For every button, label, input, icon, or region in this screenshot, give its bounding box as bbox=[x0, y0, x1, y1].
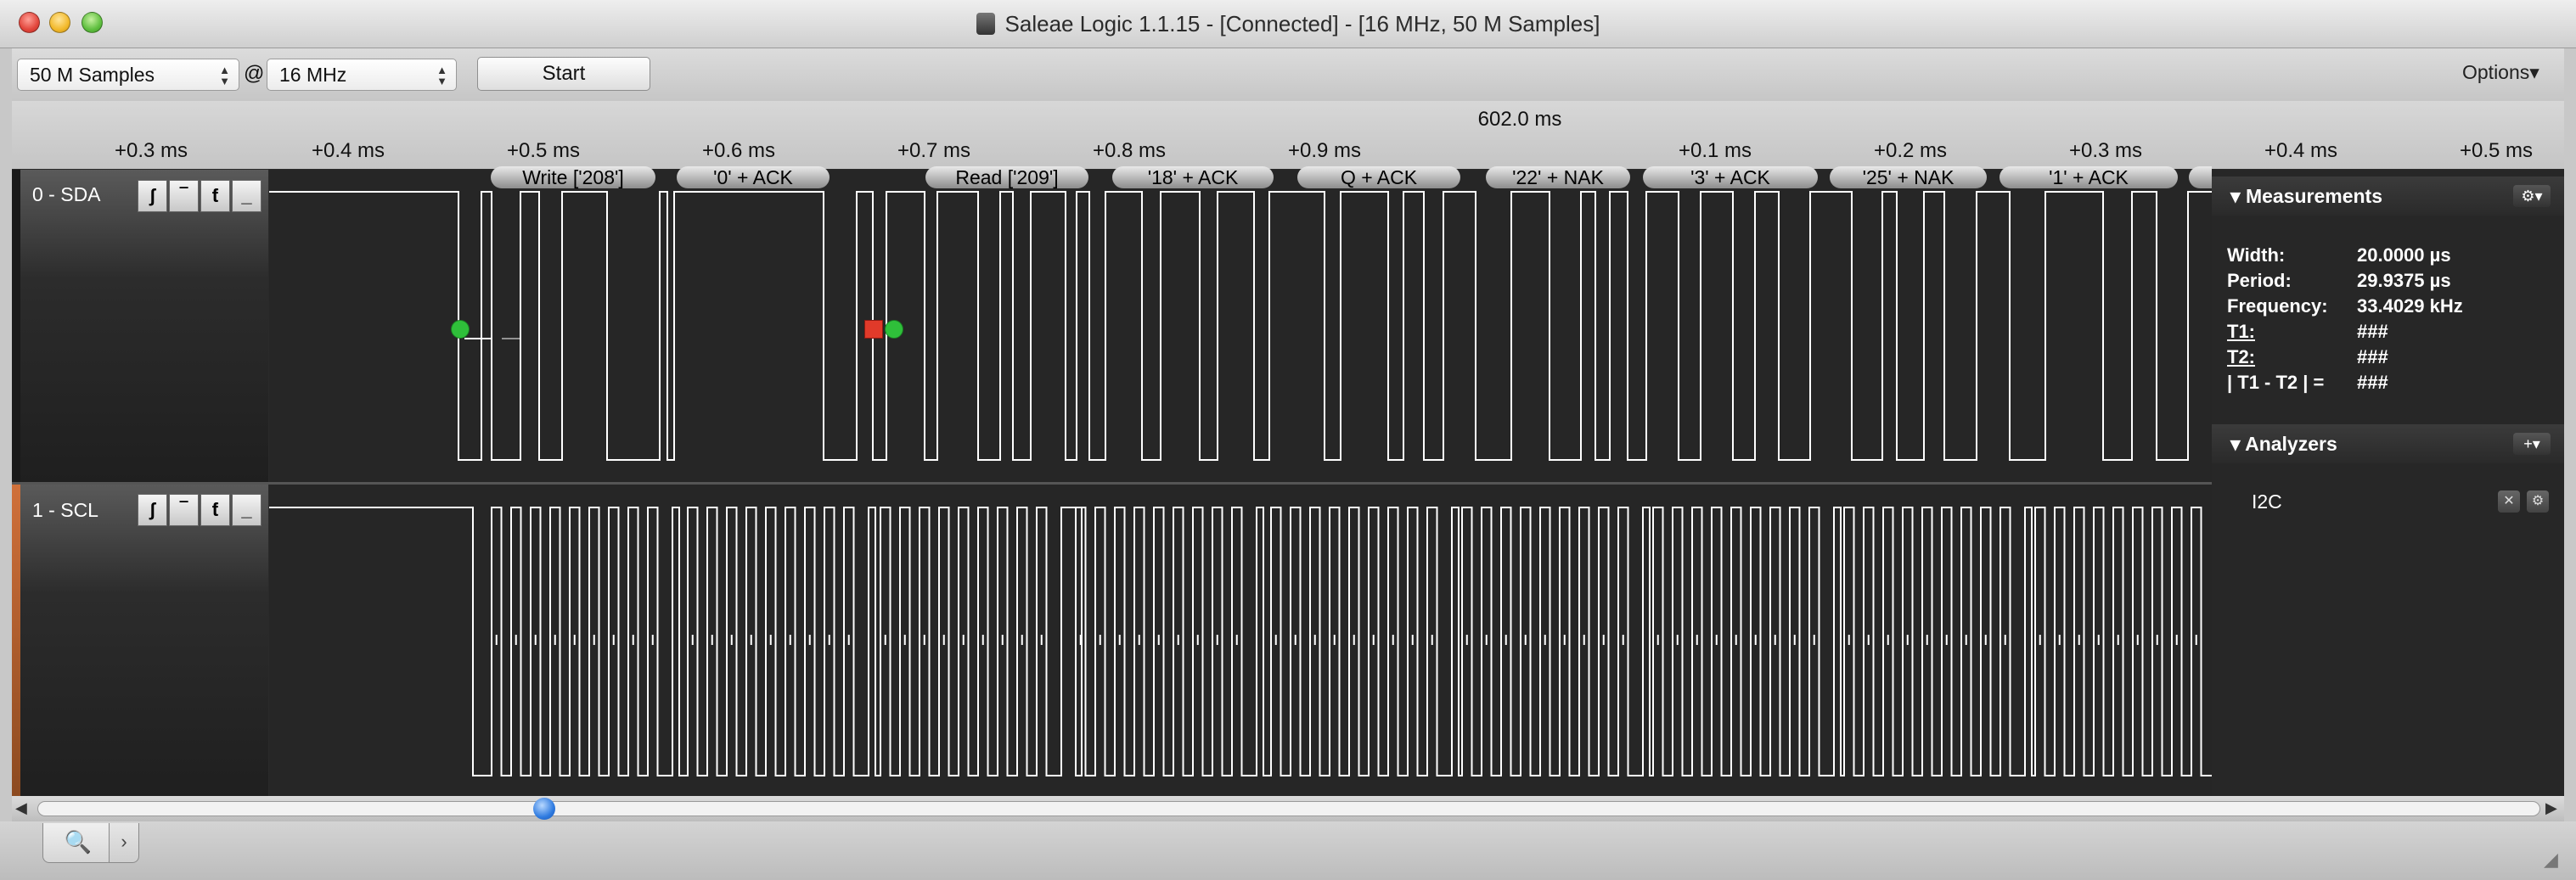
decoded-frame-bubble[interactable]: '0' + ACK bbox=[677, 166, 830, 188]
channel-divider bbox=[12, 482, 2212, 485]
ruler-tick-label: +0.4 ms bbox=[2264, 139, 2338, 162]
t2-label-link[interactable]: T2: bbox=[2227, 346, 2255, 368]
measurement-value: ### bbox=[2357, 346, 2388, 367]
measurement-value: 29.9375 µs bbox=[2357, 270, 2451, 291]
select-arrows-icon: ▲ ▼ bbox=[436, 64, 447, 87]
decoded-frame-bubble[interactable]: '25' + NAK bbox=[1830, 166, 1987, 188]
channel-0-header[interactable] bbox=[12, 170, 268, 482]
low-level-trigger-icon[interactable]: _ bbox=[232, 180, 262, 212]
window-title: Saleae Logic 1.1.15 - [Connected] - [16 … bbox=[1004, 10, 1600, 36]
channel-0-name: 0 - SDA bbox=[32, 183, 101, 205]
measurement-label: Width: bbox=[2227, 244, 2286, 266]
channel-1-name: 1 - SCL bbox=[32, 499, 98, 521]
resize-grip-icon[interactable]: ◢ bbox=[2544, 849, 2558, 871]
scl-waveform bbox=[269, 507, 2224, 776]
measurement-value: ### bbox=[2357, 372, 2388, 393]
options-menu-button[interactable]: Options▾ bbox=[2462, 61, 2539, 84]
rising-edge-trigger-icon[interactable]: ʃ bbox=[138, 180, 167, 212]
select-arrows-icon: ▲ ▼ bbox=[219, 64, 230, 87]
decoded-frame-bubble[interactable]: '22' + NAK bbox=[1486, 166, 1630, 188]
decoded-frame-bubble[interactable]: '18' + ACK bbox=[1112, 166, 1274, 188]
sample-count-value: 50 M Samples bbox=[30, 64, 155, 86]
measurement-value: 20.0000 µs bbox=[2357, 244, 2451, 266]
analyzer-settings-gear-icon[interactable]: ⚙ bbox=[2527, 490, 2549, 513]
remove-analyzer-icon[interactable]: ✕ bbox=[2498, 490, 2520, 513]
scroll-right-arrow-icon[interactable]: ▶ bbox=[2545, 799, 2557, 817]
measurement-label: Frequency: bbox=[2227, 295, 2328, 317]
ruler-tick-label: +0.5 ms bbox=[506, 139, 581, 162]
decoded-frame-bubble[interactable]: Write ['208'] bbox=[491, 166, 655, 188]
measurement-label: Period: bbox=[2227, 270, 2292, 291]
high-level-trigger-icon[interactable]: ‾ bbox=[169, 494, 199, 526]
low-level-trigger-icon[interactable]: _ bbox=[232, 494, 262, 526]
measurements-title: ▾ Measurements bbox=[2230, 185, 2383, 207]
falling-edge-trigger-icon[interactable]: ƭ bbox=[200, 180, 230, 212]
ruler-tick-label: +0.8 ms bbox=[1092, 139, 1167, 162]
measurements-gear-icon[interactable]: ⚙▾ bbox=[2513, 185, 2551, 207]
decoded-frame-bubble[interactable]: Q + ACK bbox=[1297, 166, 1460, 188]
ruler-tick-label: +0.1 ms bbox=[1678, 139, 1752, 162]
measurement-value: 33.4029 kHz bbox=[2357, 295, 2463, 317]
falling-edge-trigger-icon[interactable]: ƭ bbox=[200, 494, 230, 526]
decoded-frame-bubble[interactable]: Read ['209'] bbox=[925, 166, 1088, 188]
sample-rate-value: 16 MHz bbox=[279, 64, 347, 86]
measurement-marker-green-icon[interactable] bbox=[885, 320, 903, 339]
sample-rate-select[interactable]: 16 MHz ▲ ▼ bbox=[267, 59, 457, 91]
window-title-area: Saleae Logic 1.1.15 - [Connected] - [16 … bbox=[0, 0, 2576, 48]
channel-1-header[interactable] bbox=[12, 484, 268, 798]
scroll-left-arrow-icon[interactable]: ◀ bbox=[15, 799, 27, 817]
ruler-tick-label: +0.7 ms bbox=[897, 139, 971, 162]
decoded-frame-bubble-partial[interactable] bbox=[2189, 166, 2212, 188]
measurement-marker-green-icon[interactable] bbox=[451, 320, 470, 339]
ruler-tick-label: +0.3 ms bbox=[114, 139, 188, 162]
sda-waveform bbox=[269, 191, 2212, 461]
scroll-track[interactable] bbox=[37, 801, 2540, 816]
ruler-tick-label: +0.3 ms bbox=[2068, 139, 2143, 162]
at-label: @ bbox=[244, 62, 265, 85]
analyzers-title: ▾ Analyzers bbox=[2230, 433, 2337, 455]
channel-0-color-strip bbox=[12, 170, 20, 482]
measurement-label: | T1 - T2 | = bbox=[2227, 372, 2325, 393]
search-tab-icon[interactable]: 🔍 bbox=[42, 823, 114, 863]
ruler-tick-label: +0.2 ms bbox=[1873, 139, 1948, 162]
sample-count-select[interactable]: 50 M Samples ▲ ▼ bbox=[17, 59, 239, 91]
decoded-frame-bubble[interactable]: '1' + ACK bbox=[1999, 166, 2178, 188]
t1-label-link[interactable]: T1: bbox=[2227, 321, 2255, 343]
channel-1-color-strip bbox=[12, 484, 20, 798]
start-button[interactable]: Start bbox=[477, 57, 650, 91]
analyzers-title-text: Analyzers bbox=[2245, 433, 2337, 455]
rising-edge-trigger-icon[interactable]: ʃ bbox=[138, 494, 167, 526]
channel-1-trigger-buttons: ʃ ‾ ƭ _ bbox=[138, 494, 262, 526]
ruler-center-time: 602.0 ms bbox=[1477, 108, 1562, 131]
ruler-tick-label: +0.5 ms bbox=[2459, 139, 2534, 162]
expand-tab-icon[interactable]: › bbox=[109, 823, 139, 863]
ruler-tick-label: +0.9 ms bbox=[1287, 139, 1362, 162]
decoded-frame-bubble[interactable]: '3' + ACK bbox=[1643, 166, 1818, 188]
measurements-title-text: Measurements bbox=[2245, 185, 2383, 207]
channel-1-waveform-area[interactable] bbox=[269, 484, 2224, 798]
channel-0-trigger-buttons: ʃ ‾ ƭ _ bbox=[138, 180, 262, 212]
ruler-tick-label: +0.6 ms bbox=[701, 139, 776, 162]
measurement-value: ### bbox=[2357, 321, 2388, 342]
saleae-app-icon bbox=[976, 13, 995, 35]
measurement-marker-red-icon[interactable] bbox=[864, 320, 883, 339]
channel-0-waveform-area[interactable] bbox=[269, 170, 2212, 482]
window-left-edge bbox=[0, 48, 12, 821]
analyzer-item-i2c[interactable]: I2C bbox=[2252, 490, 2282, 513]
bottom-bar bbox=[0, 821, 2576, 880]
add-analyzer-icon[interactable]: +▾ bbox=[2513, 433, 2551, 455]
window-right-edge bbox=[2564, 48, 2576, 821]
high-level-trigger-icon[interactable]: ‾ bbox=[169, 180, 199, 212]
ruler-tick-label: +0.4 ms bbox=[311, 139, 385, 162]
